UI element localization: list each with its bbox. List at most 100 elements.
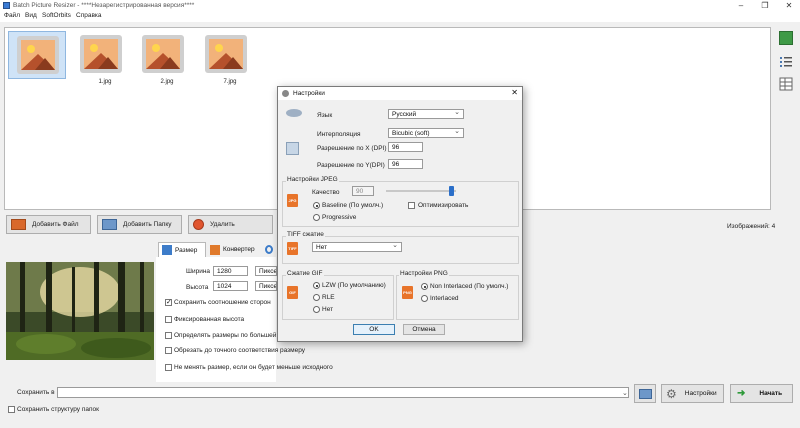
interpolation-label: Интерполяция (317, 131, 361, 138)
app-icon (3, 2, 10, 9)
progressive-label: Progressive (322, 214, 357, 221)
tab-converter[interactable]: Конвертер (207, 242, 262, 257)
image-icon (205, 35, 247, 73)
gif-none-radio[interactable] (313, 306, 320, 313)
language-select[interactable]: Русский (388, 108, 464, 119)
menu-softorbits[interactable]: SoftOrbits (42, 12, 71, 19)
ok-button[interactable]: OK (353, 324, 395, 335)
fixed-height-checkbox[interactable] (165, 316, 172, 323)
thumbnail-0[interactable] (8, 31, 66, 79)
gif-lzw-label: LZW (По умолчанию) (322, 282, 386, 289)
start-arrow-icon: ➜ (737, 388, 746, 399)
folder-icon (638, 388, 652, 399)
quality-slider-handle[interactable] (449, 186, 454, 196)
crop-exact-checkbox[interactable] (165, 347, 172, 354)
start-button[interactable]: ➜ Начать (730, 384, 793, 403)
gif-format-icon: GIF (287, 286, 298, 299)
crop-exact-label: Обрезать до точного соответствия размеру (174, 347, 306, 354)
menu-help[interactable]: Справка (76, 12, 102, 19)
menu-bar: Файл Вид SoftOrbits Справка (0, 11, 800, 22)
thumbnail-view-icon[interactable] (779, 31, 793, 45)
save-to-input[interactable] (57, 387, 629, 398)
height-label: Высота (186, 284, 209, 291)
menu-view[interactable]: Вид (25, 12, 37, 19)
window-title: Batch Picture Resizer - ****Незарегистри… (13, 2, 195, 9)
tab-more[interactable] (262, 242, 276, 257)
browse-folder-button[interactable] (634, 384, 656, 403)
no-upscale-checkbox[interactable] (165, 364, 172, 371)
settings-button[interactable]: ⚙ Настройки (661, 384, 724, 403)
height-unit-select[interactable]: Пиксели (255, 281, 277, 291)
keep-structure-label: Сохранить структуру папок (17, 406, 99, 413)
delete-label: Удалить (210, 221, 235, 228)
thumbnail-label: 2.jpg (160, 79, 174, 85)
add-file-button[interactable]: Добавить Файл (6, 215, 91, 234)
menu-file[interactable]: Файл (4, 12, 20, 19)
gear-icon (282, 90, 289, 97)
images-count: Изображений: 4 (727, 223, 776, 230)
dpi-x-input[interactable]: 96 (388, 142, 423, 152)
save-to-dropdown-icon[interactable]: ⌄ (622, 389, 628, 397)
converter-icon (210, 244, 220, 255)
details-view-icon[interactable] (779, 77, 793, 91)
thumbnail-3[interactable] (197, 31, 255, 79)
progressive-radio[interactable] (313, 214, 320, 221)
tab-converter-label: Конвертер (223, 246, 255, 253)
baseline-radio[interactable] (313, 202, 320, 209)
start-label: Начать (759, 390, 783, 397)
maximize-icon[interactable]: ❐ (760, 1, 770, 10)
keep-structure-checkbox[interactable] (8, 406, 15, 413)
jpeg-format-icon: JPG (287, 194, 298, 207)
png-interlaced-label: Interlaced (430, 295, 459, 302)
dpi-y-input[interactable]: 96 (388, 159, 423, 169)
tiff-select[interactable]: Нет (312, 241, 402, 252)
delete-icon (193, 219, 204, 230)
gear-icon: ⚙ (666, 386, 677, 401)
cancel-button[interactable]: Отмена (403, 324, 445, 335)
minimize-icon[interactable]: – (736, 1, 746, 10)
preview-image (6, 262, 154, 360)
tab-size-label: Размер (175, 246, 198, 254)
interpolation-select[interactable]: Bicubic (soft) (388, 127, 464, 138)
gif-lzw-radio[interactable] (313, 282, 320, 289)
settings-dialog: Настройки ✕ Язык Русский Интерполяция Bi… (277, 86, 523, 342)
thumbnail-label: 1.jpg (98, 79, 112, 85)
height-input[interactable]: 1024 (213, 281, 248, 291)
language-icon (286, 109, 302, 117)
add-file-label: Добавить Файл (32, 221, 79, 228)
larger-side-label: Определять размеры по большей стороне (174, 332, 277, 339)
width-unit-select[interactable]: Пиксели (255, 266, 277, 276)
thumbnail-2[interactable] (134, 31, 192, 79)
tiff-group-title: TIFF сжатие (286, 231, 325, 238)
baseline-label: Baseline (По умолч.) (322, 202, 384, 209)
png-non-interlaced-radio[interactable] (421, 283, 428, 290)
close-icon[interactable]: ✕ (784, 1, 794, 10)
larger-side-checkbox[interactable] (165, 332, 172, 339)
width-input[interactable]: 1280 (213, 266, 248, 276)
delete-button[interactable]: Удалить (188, 215, 273, 234)
gif-rle-radio[interactable] (313, 294, 320, 301)
add-folder-label: Добавить Папку (123, 221, 172, 228)
tab-size[interactable]: Размер (158, 242, 206, 257)
title-bar: Batch Picture Resizer - ****Незарегистри… (0, 0, 800, 11)
png-group-title: Настройки PNG (399, 270, 449, 277)
gif-none-label: Нет (322, 306, 334, 313)
list-view-icon[interactable] (779, 55, 793, 69)
close-icon[interactable]: ✕ (511, 88, 518, 97)
quality-label: Качество (312, 189, 340, 196)
png-format-icon: PNG (402, 286, 413, 299)
thumbnail-1[interactable] (72, 31, 130, 79)
resize-icon (162, 245, 172, 255)
png-interlaced-radio[interactable] (421, 295, 428, 302)
folder-icon (102, 219, 117, 230)
quality-input[interactable]: 90 (352, 186, 374, 196)
dialog-title: Настройки (293, 90, 325, 97)
add-folder-button[interactable]: Добавить Папку (97, 215, 182, 234)
language-label: Язык (317, 112, 333, 119)
width-label: Ширина (186, 268, 211, 275)
keep-ratio-checkbox[interactable] (165, 298, 172, 306)
gif-rle-label: RLE (322, 294, 335, 301)
quality-slider-track (386, 190, 456, 192)
gif-group-title: Сжатие GIF (286, 270, 324, 277)
optimize-checkbox[interactable] (408, 202, 415, 209)
